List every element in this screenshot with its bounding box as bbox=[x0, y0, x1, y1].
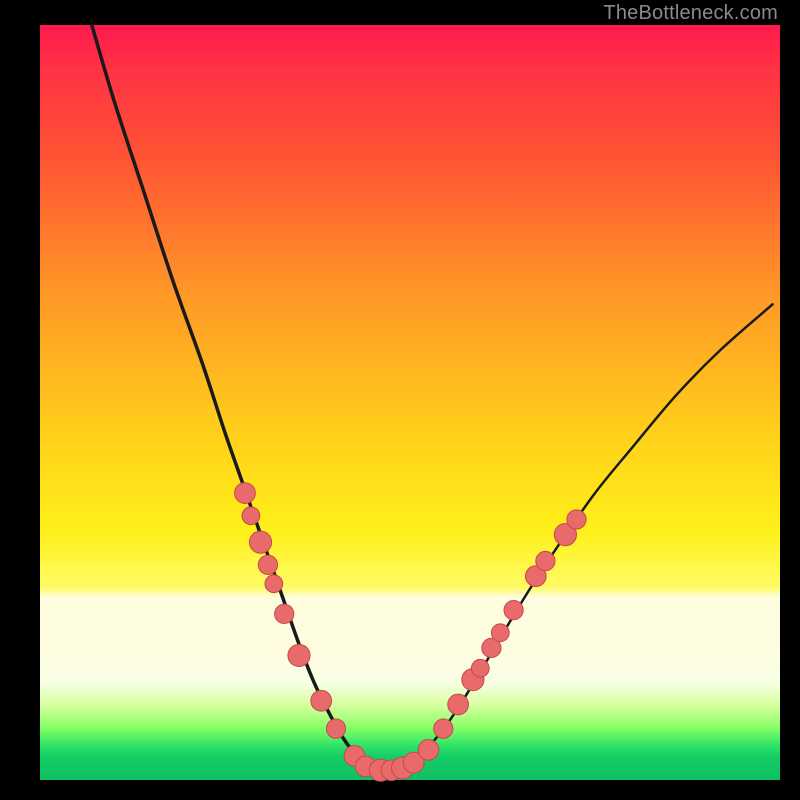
data-dot bbox=[536, 551, 555, 570]
data-dot bbox=[434, 719, 453, 738]
data-dot bbox=[448, 694, 469, 715]
chart-frame: TheBottleneck.com bbox=[0, 0, 800, 800]
data-dot bbox=[275, 604, 294, 623]
data-dot bbox=[471, 659, 489, 677]
data-dot bbox=[242, 507, 260, 525]
data-dot bbox=[265, 575, 283, 593]
data-dot bbox=[311, 690, 332, 711]
data-dot bbox=[326, 719, 345, 738]
curve-left bbox=[92, 25, 373, 769]
watermark-text: TheBottleneck.com bbox=[603, 2, 778, 25]
data-dot bbox=[258, 555, 277, 574]
data-dot bbox=[567, 510, 586, 529]
data-dots bbox=[235, 483, 587, 782]
data-dot bbox=[504, 601, 523, 620]
data-dot bbox=[235, 483, 256, 504]
data-dot bbox=[418, 739, 439, 760]
data-dot bbox=[249, 531, 271, 553]
curve-layer bbox=[40, 25, 780, 780]
data-dot bbox=[491, 624, 509, 642]
data-dot bbox=[288, 644, 310, 666]
